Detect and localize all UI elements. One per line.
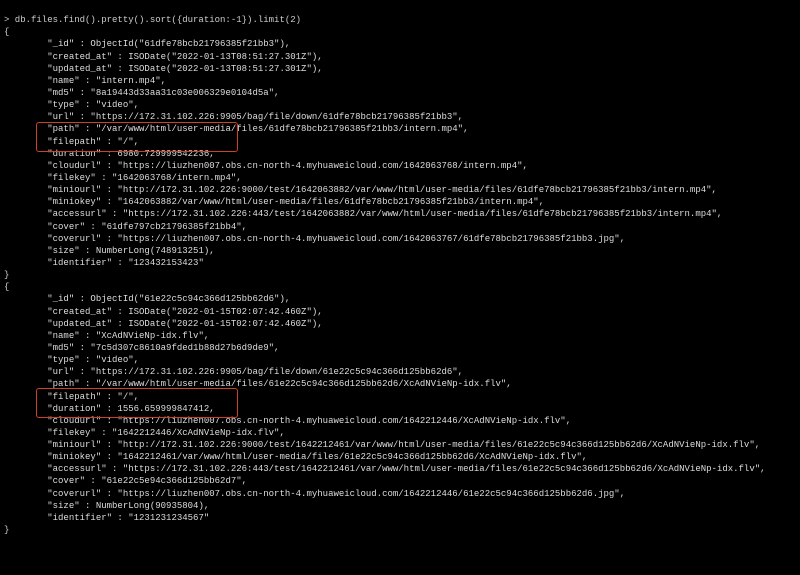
doc2-open-brace: { [4,282,9,292]
doc1-filepath: "filepath" : "/", [47,137,139,147]
doc2-url: "url" : "https://172.31.102.226:9905/bag… [47,367,463,377]
doc2-filekey: "filekey" : "1642212446/XcAdNVieNp-idx.f… [47,428,285,438]
doc2-path: "path" : "/var/www/html/user-media/files… [47,379,511,389]
terminal-output: > db.files.find().pretty().sort({duratio… [0,0,800,575]
doc2-close-brace: } [4,525,9,535]
doc2-coverurl: "coverurl" : "https://liuzhen007.obs.cn-… [47,489,625,499]
doc1-identifier: "identifier" : "123432153423" [47,258,204,268]
doc2-duration: "duration" : 1556.659999847412, [47,404,214,414]
doc1-cover: "cover" : "61dfe797cb21796385f21bb4", [47,222,247,232]
doc1-id: "_id" : ObjectId("61dfe78bcb21796385f21b… [47,39,290,49]
doc1-created-at: "created_at" : ISODate("2022-01-13T08:51… [47,52,322,62]
doc1-open-brace: { [4,27,9,37]
doc2-id: "_id" : ObjectId("61e22c5c94c366d125bb62… [47,294,290,304]
doc2-filepath: "filepath" : "/", [47,392,139,402]
doc1-path: "path" : "/var/www/html/user-media/files… [47,124,468,134]
doc1-cloudurl: "cloudurl" : "https://liuzhen007.obs.cn-… [47,161,528,171]
doc2-cloudurl: "cloudurl" : "https://liuzhen007.obs.cn-… [47,416,571,426]
doc1-name: "name" : "intern.mp4", [47,76,166,86]
doc1-url: "url" : "https://172.31.102.226:9905/bag… [47,112,463,122]
doc2-size: "size" : NumberLong(90935804), [47,501,209,511]
doc2-miniourl: "miniourl" : "http://172.31.102.226:9000… [47,440,760,450]
doc1-md5: "md5" : "8a19443d33aa31c03e006329e0104d5… [47,88,279,98]
command-line: > db.files.find().pretty().sort({duratio… [4,15,301,25]
doc2-created-at: "created_at" : ISODate("2022-01-15T02:07… [47,307,322,317]
doc2-accessurl: "accessurl" : "https://172.31.102.226:44… [47,464,765,474]
doc1-miniokey: "miniokey" : "1642063882/var/www/html/us… [47,197,544,207]
doc1-duration: "duration" : 6980.729999542236, [47,149,214,159]
doc2-md5: "md5" : "7c5d307c8610a9fded1b88d27b6d9de… [47,343,279,353]
doc1-accessurl: "accessurl" : "https://172.31.102.226:44… [47,209,722,219]
doc1-coverurl: "coverurl" : "https://liuzhen007.obs.cn-… [47,234,625,244]
doc1-updated-at: "updated_at" : ISODate("2022-01-13T08:51… [47,64,322,74]
doc1-type: "type" : "video", [47,100,139,110]
doc1-miniourl: "miniourl" : "http://172.31.102.226:9000… [47,185,717,195]
doc1-filekey: "filekey" : "1642063768/intern.mp4", [47,173,241,183]
doc2-name: "name" : "XcAdNVieNp-idx.flv", [47,331,209,341]
doc2-updated-at: "updated_at" : ISODate("2022-01-15T02:07… [47,319,322,329]
doc2-miniokey: "miniokey" : "1642212461/var/www/html/us… [47,452,587,462]
doc2-type: "type" : "video", [47,355,139,365]
doc1-size: "size" : NumberLong(748913251), [47,246,214,256]
doc2-cover: "cover" : "61e22c5e94c366d125bb62d7", [47,476,247,486]
doc2-identifier: "identifier" : "1231231234567" [47,513,209,523]
doc1-close-brace: } [4,270,9,280]
